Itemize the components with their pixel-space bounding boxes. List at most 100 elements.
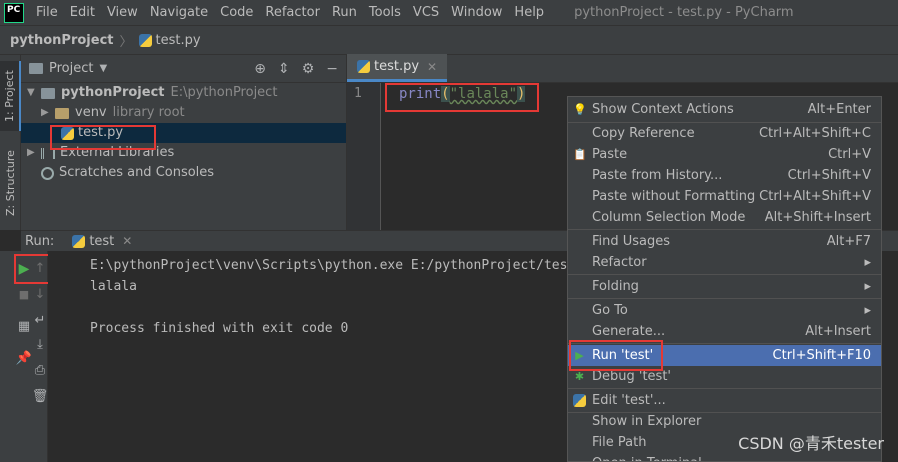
context-menu: 💡 Show Context Actions Alt+Enter Copy Ref…: [567, 96, 882, 462]
run-menu-highlight-box: [569, 340, 663, 371]
run-panel-label: Run:: [25, 233, 55, 249]
menu-item-show-in-explorer[interactable]: Show in Explorer: [568, 411, 881, 432]
tree-venv-note: library root: [112, 105, 185, 120]
breadcrumb-file[interactable]: test.py: [156, 33, 201, 48]
gear-icon[interactable]: ⚙: [302, 61, 315, 77]
menu-item-refactor[interactable]: Refactor ▸: [568, 252, 881, 273]
line-number: 1: [354, 86, 362, 101]
run-tab-test[interactable]: test ✕: [72, 234, 132, 249]
chevron-down-icon[interactable]: ▼: [99, 63, 107, 74]
submenu-arrow-icon: ▸: [864, 303, 871, 318]
code-close-paren: ): [517, 86, 526, 102]
menu-window[interactable]: Window: [445, 0, 508, 25]
menu-edit[interactable]: Edit: [64, 0, 101, 25]
run-tab-label: test: [89, 233, 115, 249]
collapse-all-icon[interactable]: ⇕: [278, 61, 290, 77]
scratches-icon: [41, 166, 54, 180]
menu-separator: [568, 388, 881, 389]
window-title: pythonProject - test.py - PyCharm: [574, 5, 794, 20]
menu-item-show-context-actions[interactable]: 💡 Show Context Actions Alt+Enter: [568, 99, 881, 120]
soft-wrap-icon[interactable]: ↵: [30, 311, 50, 331]
print-icon[interactable]: ⎙: [30, 361, 50, 381]
menu-view[interactable]: View: [101, 0, 144, 25]
folder-icon: [29, 63, 43, 74]
pycharm-logo-icon: PC: [4, 2, 24, 23]
editor-tab-bar: test.py ✕: [347, 54, 898, 83]
scroll-to-end-icon[interactable]: ⤓: [30, 335, 50, 355]
chevron-right-icon[interactable]: ▶: [27, 143, 41, 163]
menu-item-go-to[interactable]: Go To ▸: [568, 300, 881, 321]
menu-item-edit-test[interactable]: Edit 'test'...: [568, 390, 881, 411]
menu-navigate[interactable]: Navigate: [144, 0, 214, 25]
submenu-arrow-icon: ▸: [864, 255, 871, 270]
console-line: E:\pythonProject\venv\Scripts\python.exe…: [90, 258, 599, 273]
menu-item-generate[interactable]: Generate... Alt+Insert: [568, 321, 881, 342]
code-line[interactable]: print("lalala"): [399, 86, 526, 102]
tree-root-path: E:\pythonProject: [170, 85, 278, 100]
tree-item-scratches[interactable]: Scratches and Consoles: [21, 163, 346, 183]
close-icon[interactable]: ✕: [122, 234, 132, 248]
bulb-icon: 💡: [573, 103, 587, 116]
menu-code[interactable]: Code: [214, 0, 259, 25]
breadcrumb-separator: 〉: [119, 34, 133, 50]
tool-tab-structure[interactable]: Z: Structure: [0, 147, 21, 219]
menu-item-column-selection-mode[interactable]: Column Selection Mode Alt+Shift+Insert: [568, 207, 881, 228]
python-file-icon: [138, 33, 152, 47]
code-string: "lalala": [449, 86, 518, 102]
clipboard-icon: 📋: [573, 148, 587, 161]
menu-file[interactable]: File: [30, 0, 64, 25]
menu-tools[interactable]: Tools: [363, 0, 407, 25]
python-file-icon: [72, 234, 86, 248]
menu-item-paste-without-formatting[interactable]: Paste without Formatting Ctrl+Alt+Shift+V: [568, 186, 881, 207]
console-line: lalala: [90, 279, 137, 294]
project-panel-tools: ⊕ ⇕ ⚙ −: [242, 61, 338, 77]
menu-item-folding[interactable]: Folding ▸: [568, 276, 881, 297]
menu-run[interactable]: Run: [326, 0, 363, 25]
left-tool-strip: 1: Project Z: Structure: [0, 55, 21, 230]
menu-separator: [568, 274, 881, 275]
tree-item-venv[interactable]: ▶ venv library root: [21, 103, 346, 123]
project-panel-title[interactable]: Project: [49, 61, 93, 76]
menu-separator: [568, 229, 881, 230]
chevron-right-icon[interactable]: ▶: [41, 103, 55, 123]
chevron-down-icon[interactable]: ▼: [27, 83, 41, 103]
menu-item-open-in-terminal[interactable]: Open in Terminal: [568, 453, 881, 461]
project-panel-header: Project ▼ ⊕ ⇕ ⚙ −: [21, 55, 346, 83]
editor-tab-label: test.py: [374, 59, 420, 74]
menu-item-find-usages[interactable]: Find Usages Alt+F7: [568, 231, 881, 252]
submenu-arrow-icon: ▸: [864, 279, 871, 294]
menu-item-paste-from-history[interactable]: Paste from History... Ctrl+Shift+V: [568, 165, 881, 186]
file-highlight-box: [50, 125, 156, 150]
folder-icon: [41, 87, 55, 99]
minimize-icon[interactable]: −: [326, 61, 338, 77]
arrow-down-icon[interactable]: ↓: [30, 285, 50, 305]
line-number-gutter: 1: [347, 83, 381, 230]
menu-item-paste[interactable]: 📋 Paste Ctrl+V: [568, 144, 881, 165]
close-icon[interactable]: ✕: [427, 60, 437, 74]
folder-icon: [55, 107, 69, 119]
trash-icon[interactable]: 🗑: [30, 387, 50, 407]
breadcrumb: pythonProject 〉 test.py: [0, 25, 898, 55]
tree-item-root[interactable]: ▼ pythonProject E:\pythonProject: [21, 83, 346, 103]
code-open-paren: (: [441, 86, 450, 102]
python-icon: [573, 394, 586, 407]
menu-vcs[interactable]: VCS: [407, 0, 445, 25]
tree-scratches-label: Scratches and Consoles: [59, 165, 215, 180]
breadcrumb-project[interactable]: pythonProject: [10, 33, 114, 48]
python-file-icon: [357, 60, 370, 73]
menu-item-copy-reference[interactable]: Copy Reference Ctrl+Alt+Shift+C: [568, 123, 881, 144]
console-line: Process finished with exit code 0: [90, 321, 349, 336]
menu-separator: [568, 298, 881, 299]
debug-icon: ✱: [574, 370, 585, 383]
locate-icon[interactable]: ⊕: [254, 61, 266, 77]
tool-tab-project[interactable]: 1: Project: [0, 61, 21, 131]
watermark: CSDN @青禾tester: [738, 434, 884, 453]
editor-tab-test-py[interactable]: test.py ✕: [347, 54, 448, 82]
code-function: print: [399, 86, 442, 102]
menu-refactor[interactable]: Refactor: [259, 0, 326, 25]
menu-bar: PC File Edit View Navigate Code Refactor…: [0, 0, 898, 25]
tree-root-name: pythonProject: [61, 85, 165, 100]
menu-help[interactable]: Help: [508, 0, 550, 25]
tree-venv-label: venv: [75, 105, 107, 120]
